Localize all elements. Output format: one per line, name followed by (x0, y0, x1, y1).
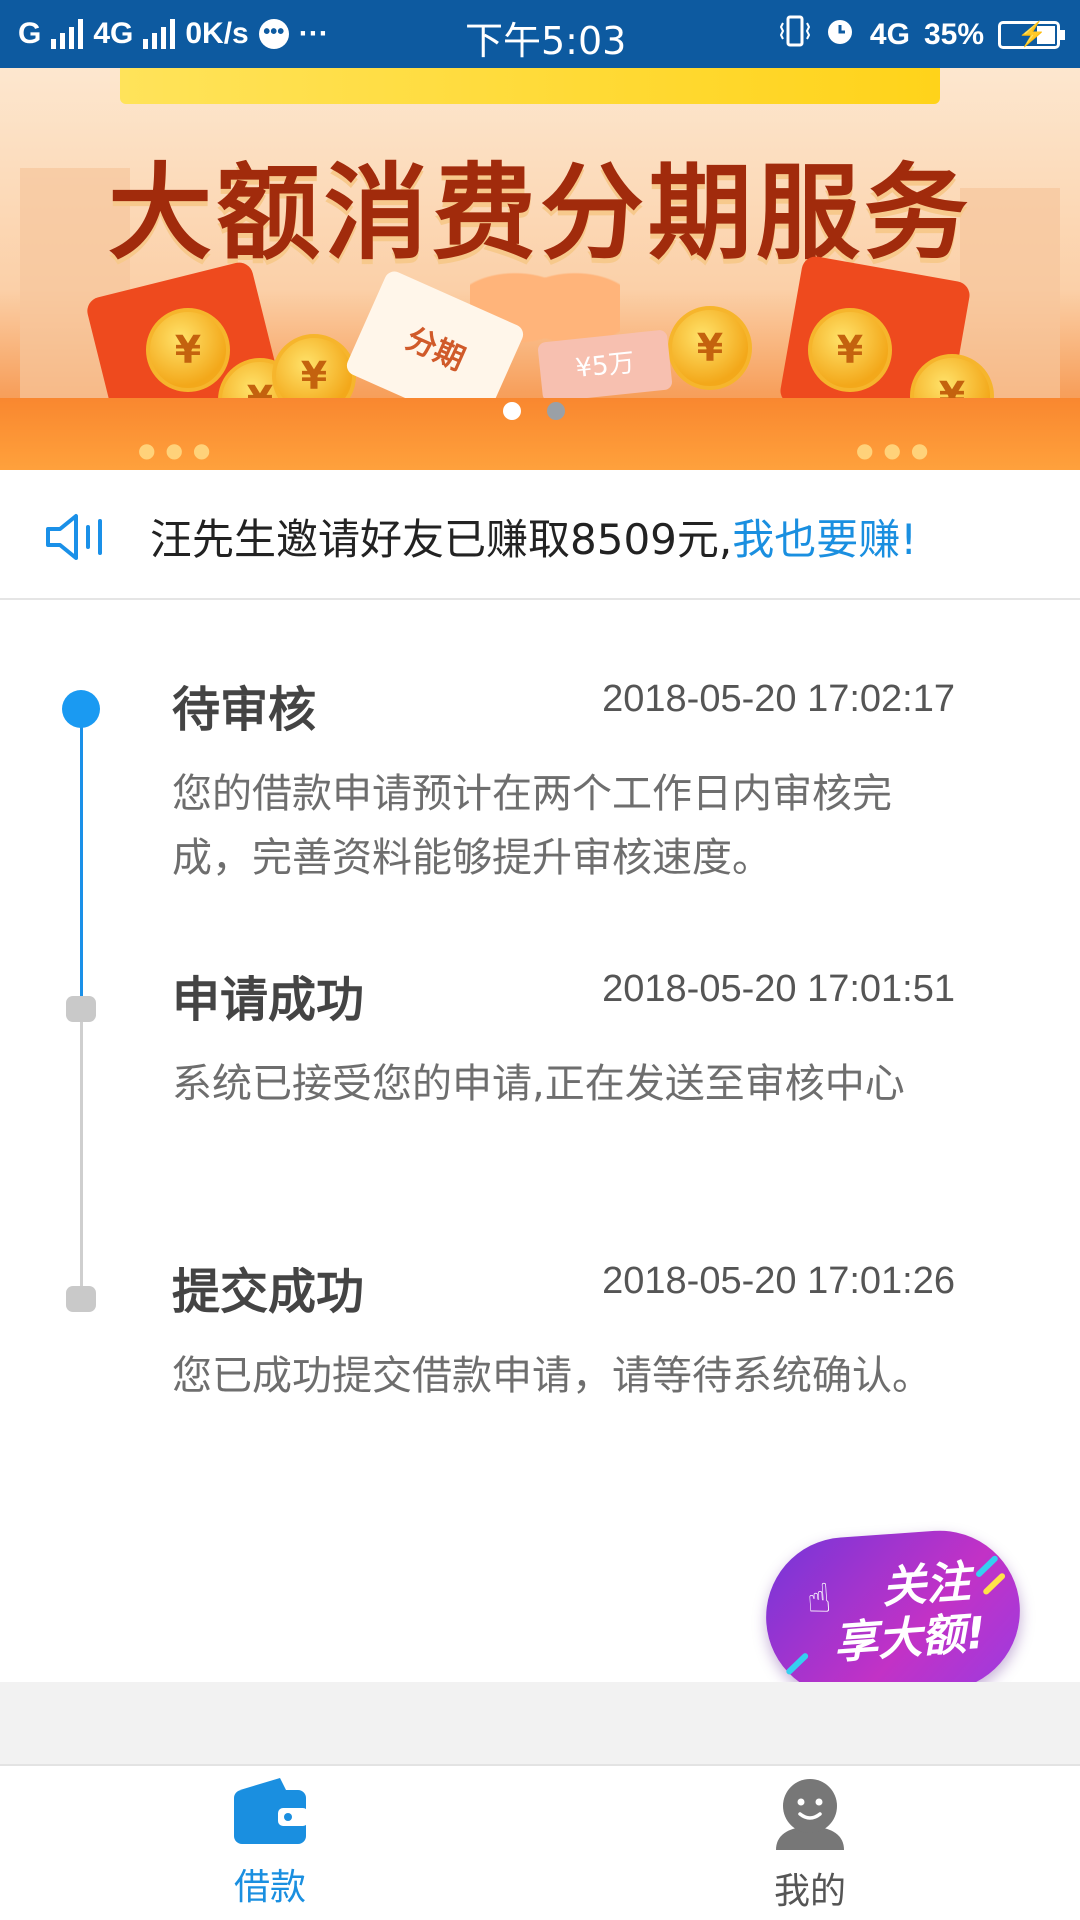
status-desc: 您已成功提交借款申请，请等待系统确认。 (172, 1353, 932, 1399)
timeline-dot (66, 996, 96, 1022)
more-notifications-icon: ··· (298, 17, 329, 50)
bottom-nav: 借款 我的 (0, 1764, 1080, 1920)
signal-icon (51, 19, 84, 49)
banner-pager (503, 402, 565, 420)
status-time: 2018-05-20 17:02:17 (602, 678, 955, 720)
pager-dot-1[interactable] (503, 402, 521, 420)
earn-link[interactable]: 我也要赚! (732, 515, 917, 564)
chat-icon: ••• (258, 19, 289, 49)
timeline-item: 待审核 2018-05-20 17:02:17 您的借款申请预计在两个工作日内审… (172, 670, 962, 890)
nav-label-mine: 我的 (773, 1871, 846, 1912)
notice-text: 汪先生邀请好友已赚取8509元,我也要赚! (150, 506, 917, 567)
alarm-icon (824, 15, 856, 55)
coin-icon: ¥ (146, 308, 230, 392)
status-bar: G 4G 0K/s ••• ··· 下午5:03 4G 35% ⚡ (0, 0, 1080, 68)
status-desc: 您的借款申请预计在两个工作日内审核完成，完善资料能够提升审核速度。 (172, 771, 892, 881)
follow-button[interactable]: ☝ 关注 享大额! (760, 1525, 1026, 1703)
vibrate-icon (779, 14, 811, 56)
hand-pointer-icon: ☝ (805, 1575, 833, 1623)
pager-dot-2[interactable] (547, 402, 565, 420)
coin-icon: ¥ (808, 308, 892, 392)
timeline-dot-active (62, 690, 100, 728)
network-speed: 0K/s (185, 17, 249, 50)
battery-icon: ⚡ (998, 21, 1065, 49)
status-desc: 系统已接受您的申请,正在发送至审核中心 (172, 1061, 905, 1107)
status-right: 4G 35% ⚡ (779, 14, 1065, 56)
network-type: 4G (869, 18, 910, 51)
timeline-item: 提交成功 2018-05-20 17:01:26 您已成功提交借款申请，请等待系… (172, 1252, 962, 1408)
speaker-icon (44, 512, 110, 566)
user-avatar-icon (772, 1779, 848, 1856)
voucher-tag: ¥5万 (537, 329, 673, 403)
headline-highlight (120, 68, 940, 104)
signal-icon-2 (143, 19, 176, 49)
nav-label-loan: 借款 (233, 1867, 306, 1908)
timeline-line-active (80, 708, 83, 996)
timeline-line (80, 996, 83, 1286)
status-time: 下午5:03 (465, 19, 627, 63)
carrier-label: G (18, 17, 42, 50)
application-timeline: 待审核 2018-05-20 17:02:17 您的借款申请预计在两个工作日内审… (0, 600, 1080, 1680)
nav-tab-loan[interactable]: 借款 (170, 1776, 370, 1910)
timeline-dot (66, 1286, 96, 1312)
battery-percent: 35% (923, 18, 984, 51)
nav-tab-mine[interactable]: 我的 (710, 1776, 910, 1914)
timeline-item: 申请成功 2018-05-20 17:01:51 系统已接受您的申请,正在发送至… (172, 960, 962, 1116)
status-time: 2018-05-20 17:01:26 (602, 1260, 955, 1302)
status-time: 2018-05-20 17:01:51 (602, 968, 955, 1010)
status-left: G 4G 0K/s ••• ··· (18, 17, 329, 51)
wallet-icon (232, 1778, 308, 1852)
decor-dots: ●●● (138, 438, 221, 462)
decor-dots: ●●● (856, 438, 939, 462)
coin-icon: ¥ (668, 306, 752, 390)
network-label: 4G (93, 17, 134, 50)
invite-notice: 汪先生邀请好友已赚取8509元,我也要赚! (0, 470, 1080, 600)
notice-message: 汪先生邀请好友已赚取8509元, (150, 515, 733, 564)
content-spacer (0, 1682, 1080, 1764)
